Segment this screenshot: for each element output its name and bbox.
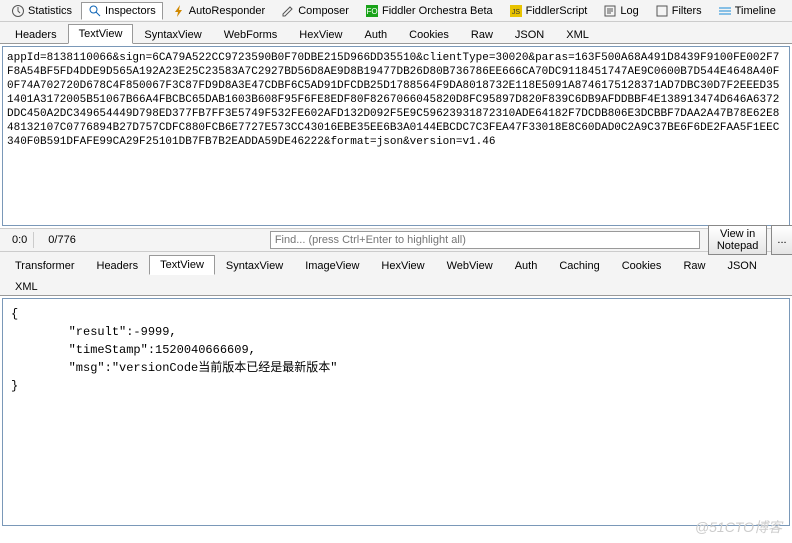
js-badge-icon: JS <box>509 4 523 18</box>
rtab-caching[interactable]: Caching <box>548 256 610 275</box>
filter-icon <box>655 4 669 18</box>
edit-icon <box>281 4 295 18</box>
svg-text:FO: FO <box>366 7 377 16</box>
toolbar-label: Timeline <box>735 5 776 17</box>
rtab-json[interactable]: JSON <box>716 256 767 275</box>
request-tabstrip: Headers TextView SyntaxView WebForms Hex… <box>0 22 792 44</box>
log-icon <box>603 4 617 18</box>
tab-syntaxview[interactable]: SyntaxView <box>133 25 212 44</box>
tab-json[interactable]: JSON <box>504 25 555 44</box>
rtab-headers[interactable]: Headers <box>86 256 150 275</box>
rtab-textview[interactable]: TextView <box>149 255 215 275</box>
toolbar-label: Log <box>620 5 638 17</box>
timeline-icon <box>718 4 732 18</box>
toolbar-label: Composer <box>298 5 349 17</box>
find-input[interactable] <box>270 231 700 249</box>
tb-filters[interactable]: Filters <box>648 2 709 20</box>
tab-webforms[interactable]: WebForms <box>213 25 289 44</box>
response-tabstrip-row2: XML <box>0 274 792 296</box>
tb-autoresponder[interactable]: AutoResponder <box>165 2 272 20</box>
selection-info: 0/776 <box>42 232 82 248</box>
tb-composer[interactable]: Composer <box>274 2 356 20</box>
fo-badge-icon: FO <box>365 4 379 18</box>
rtab-xml[interactable]: XML <box>4 277 49 296</box>
request-statusbar: 0:0 0/776 View in Notepad ... <box>0 228 792 252</box>
tb-statistics[interactable]: Statistics <box>4 2 79 20</box>
tab-headers[interactable]: Headers <box>4 25 68 44</box>
tab-xml[interactable]: XML <box>555 25 600 44</box>
toolbar-label: AutoResponder <box>189 5 265 17</box>
tb-log[interactable]: Log <box>596 2 645 20</box>
tab-hexview[interactable]: HexView <box>288 25 353 44</box>
rtab-imageview[interactable]: ImageView <box>294 256 370 275</box>
cursor-position: 0:0 <box>6 232 34 248</box>
rtab-syntaxview[interactable]: SyntaxView <box>215 256 294 275</box>
bolt-icon <box>172 4 186 18</box>
tab-textview[interactable]: TextView <box>68 24 134 44</box>
tab-raw[interactable]: Raw <box>460 25 504 44</box>
tb-inspectors[interactable]: Inspectors <box>81 2 163 20</box>
rtab-hexview[interactable]: HexView <box>370 256 435 275</box>
rtab-transformer[interactable]: Transformer <box>4 256 86 275</box>
search-icon <box>88 4 102 18</box>
view-in-notepad-button[interactable]: View in Notepad <box>708 225 768 255</box>
rtab-webview[interactable]: WebView <box>436 256 504 275</box>
toolbar-label: Fiddler Orchestra Beta <box>382 5 493 17</box>
toolbar-label: Inspectors <box>105 5 156 17</box>
response-text-pane[interactable]: { "result":-9999, "timeStamp":1520040666… <box>2 298 790 526</box>
toolbar-label: Statistics <box>28 5 72 17</box>
find-box <box>270 231 700 249</box>
svg-text:JS: JS <box>512 9 521 16</box>
toolbar-label: FiddlerScript <box>526 5 588 17</box>
tab-auth[interactable]: Auth <box>354 25 399 44</box>
rtab-cookies[interactable]: Cookies <box>611 256 673 275</box>
tb-orchestra[interactable]: FO Fiddler Orchestra Beta <box>358 2 500 20</box>
tb-timeline[interactable]: Timeline <box>711 2 783 20</box>
request-text-pane[interactable]: appId=8138110066&sign=6CA79A522CC9723590… <box>2 46 790 226</box>
tab-cookies[interactable]: Cookies <box>398 25 460 44</box>
rtab-auth[interactable]: Auth <box>504 256 549 275</box>
clock-icon <box>11 4 25 18</box>
rtab-raw[interactable]: Raw <box>672 256 716 275</box>
watermark: @51CTO博客 <box>695 517 782 537</box>
toolbar-label: Filters <box>672 5 702 17</box>
more-button[interactable]: ... <box>771 225 792 255</box>
tb-fiddlerscript[interactable]: JS FiddlerScript <box>502 2 595 20</box>
response-tabstrip: Transformer Headers TextView SyntaxView … <box>0 252 792 274</box>
main-toolbar: Statistics Inspectors AutoResponder Comp… <box>0 0 792 22</box>
